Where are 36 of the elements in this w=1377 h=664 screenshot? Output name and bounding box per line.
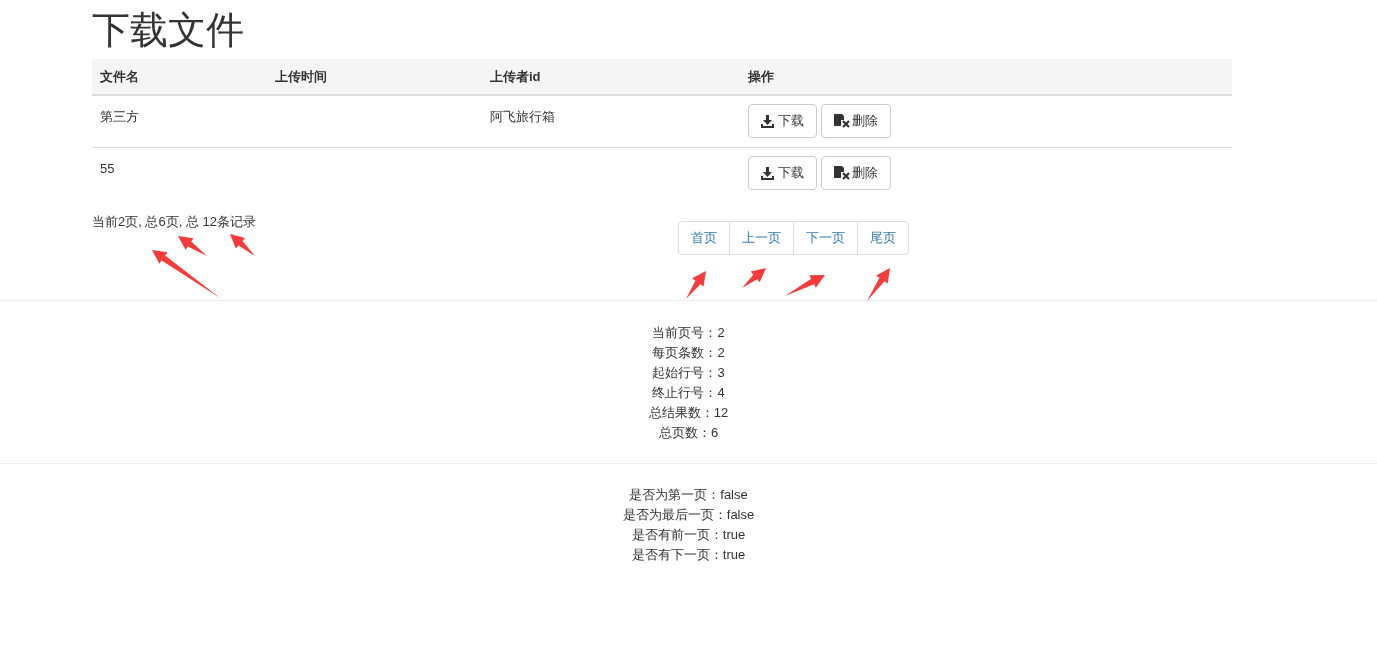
table-cell: 55 [100,161,115,176]
table-cell: 阿飞旅行箱 [490,109,555,124]
file-remove-icon [834,114,850,128]
page-title: 下载文件 [92,8,245,52]
page-summary: 当前2页, 总6页, 总 12条记录 [92,214,256,229]
annotation-arrow [785,275,825,296]
column-header: 上传时间 [275,68,327,84]
flag-line: 是否为第一页：false [629,486,748,504]
stat-line: 总页数：6 [658,424,719,442]
download-icon [761,114,774,128]
annotation-arrow [230,234,255,256]
flag-line: 是否为最后一页：false [622,506,755,524]
stat-line: 起始行号：3 [652,364,725,382]
delete-button[interactable]: 删除 [821,104,891,138]
annotation-arrow [742,268,766,288]
delete-button[interactable]: 删除 [821,156,891,190]
pagination-link[interactable]: 下一页 [793,221,858,255]
pagination-link[interactable]: 首页 [678,221,730,255]
stat-line: 当前页号：2 [652,324,725,342]
column-header: 文件名 [100,68,139,84]
table-cell: 第三方 [100,109,139,124]
download-button[interactable]: 下载 [748,104,817,138]
column-header: 上传者id [490,68,541,84]
stat-line: 终止行号：4 [652,384,725,402]
pagination-link[interactable]: 上一页 [729,221,794,255]
download-icon [761,166,774,180]
pagination-link[interactable]: 尾页 [857,221,909,255]
flag-line: 是否有下一页：true [631,546,746,564]
stat-line: 每页条数：2 [652,344,725,362]
download-button[interactable]: 下载 [748,156,817,190]
file-remove-icon [834,166,850,180]
annotation-arrow [867,268,890,301]
column-header: 操作 [748,68,774,84]
stat-line: 总结果数：12 [648,404,729,422]
flag-line: 是否有前一页：true [631,526,746,544]
annotation-arrow [686,271,706,299]
